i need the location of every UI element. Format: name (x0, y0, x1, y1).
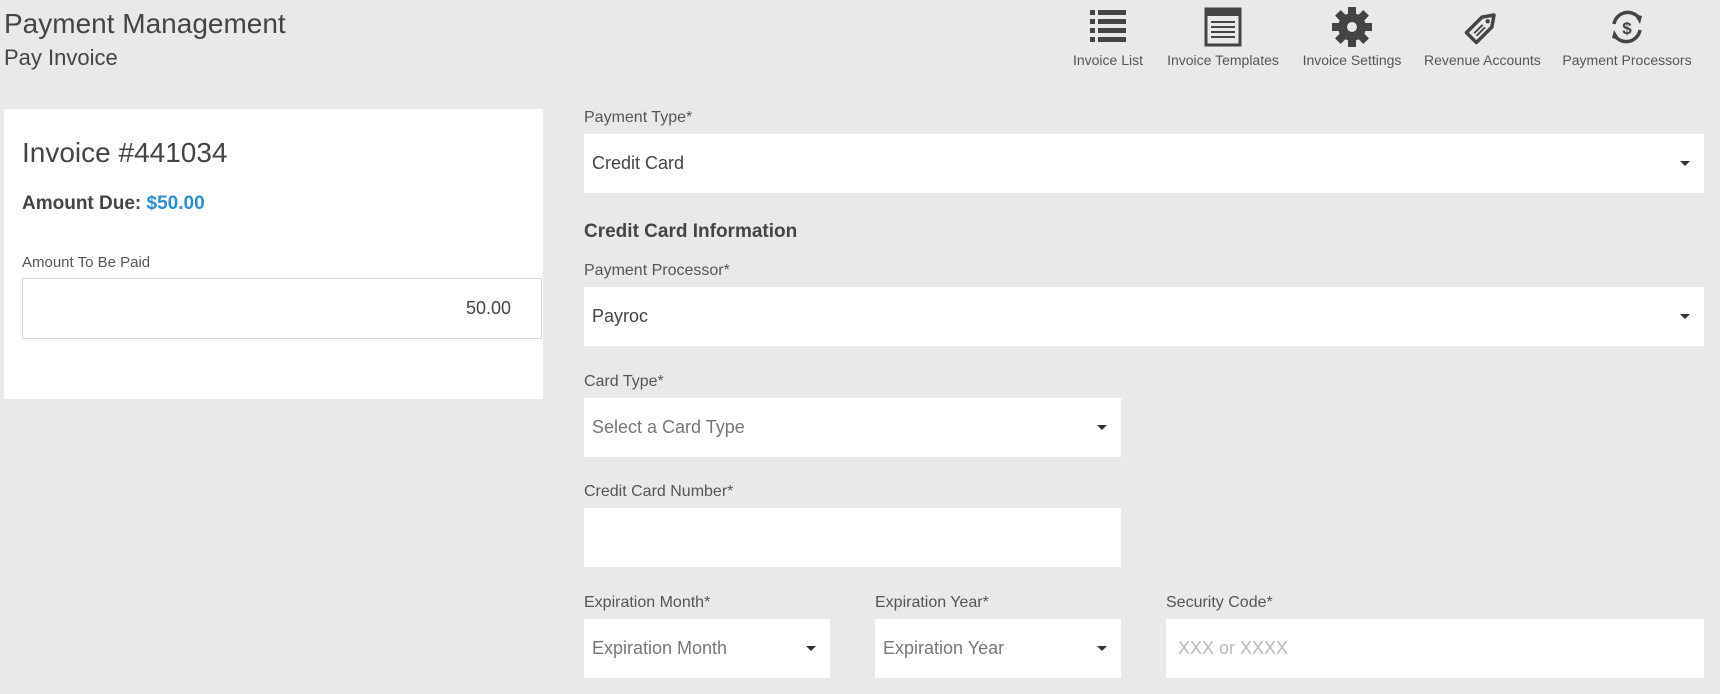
credit-card-section-heading: Credit Card Information (584, 221, 798, 242)
invoice-list-button[interactable]: Invoice List (1066, 6, 1150, 68)
invoice-settings-button[interactable]: Invoice Settings (1302, 6, 1402, 68)
revenue-accounts-label: Revenue Accounts (1424, 52, 1541, 68)
invoice-templates-label: Invoice Templates (1167, 52, 1279, 68)
expiration-month-select[interactable]: Expiration Month (584, 619, 830, 678)
payment-type-select[interactable]: Credit Card (584, 134, 1704, 193)
invoice-settings-label: Invoice Settings (1302, 52, 1402, 68)
payment-type-label: Payment Type* (584, 109, 693, 126)
invoice-templates-button[interactable]: Invoice Templates (1166, 6, 1280, 68)
payment-processor-value: Payroc (592, 306, 649, 326)
amount-to-be-paid-input[interactable] (22, 278, 542, 339)
card-type-placeholder: Select a Card Type (592, 417, 745, 437)
amount-due: Amount Due: $50.00 (22, 193, 205, 215)
page-subtitle: Pay Invoice (4, 45, 118, 70)
payment-processors-label: Payment Processors (1562, 52, 1692, 68)
chevron-down-icon (1680, 161, 1690, 166)
refresh-dollar-icon: $ (1562, 6, 1692, 48)
template-icon (1166, 6, 1280, 48)
amount-to-be-paid-label: Amount To Be Paid (22, 254, 151, 271)
invoice-summary-card: Invoice #441034 Amount Due: $50.00 Amoun… (4, 109, 543, 399)
list-icon (1066, 6, 1150, 48)
payment-processor-label: Payment Processor* (584, 262, 730, 279)
gear-icon (1302, 6, 1402, 48)
expiration-year-placeholder: Expiration Year (883, 638, 1005, 658)
payment-processor-select[interactable]: Payroc (584, 287, 1704, 346)
expiration-year-select[interactable]: Expiration Year (875, 619, 1121, 678)
svg-text:$: $ (1622, 19, 1632, 38)
card-number-label: Credit Card Number* (584, 483, 734, 500)
expiration-month-placeholder: Expiration Month (592, 638, 728, 658)
security-code-input[interactable] (1166, 619, 1704, 678)
invoice-list-label: Invoice List (1072, 52, 1144, 68)
revenue-accounts-button[interactable]: Revenue Accounts (1424, 6, 1541, 68)
chevron-down-icon (806, 646, 816, 651)
amount-due-label: Amount Due: (22, 193, 142, 214)
chevron-down-icon (1097, 425, 1107, 430)
payment-type-value: Credit Card (592, 153, 685, 173)
expiration-year-label: Expiration Year* (875, 594, 989, 611)
tag-icon (1424, 6, 1540, 48)
card-type-select[interactable]: Select a Card Type (584, 398, 1121, 457)
card-number-input[interactable] (584, 508, 1121, 567)
invoice-number: Invoice #441034 (22, 137, 228, 168)
chevron-down-icon (1097, 646, 1107, 651)
page-title: Payment Management (4, 8, 286, 39)
expiration-month-label: Expiration Month* (584, 594, 711, 611)
card-type-label: Card Type* (584, 373, 664, 390)
amount-due-value: $50.00 (146, 193, 205, 214)
chevron-down-icon (1680, 314, 1690, 319)
security-code-label: Security Code* (1166, 594, 1273, 611)
payment-processors-button[interactable]: $ Payment Processors (1562, 6, 1692, 68)
